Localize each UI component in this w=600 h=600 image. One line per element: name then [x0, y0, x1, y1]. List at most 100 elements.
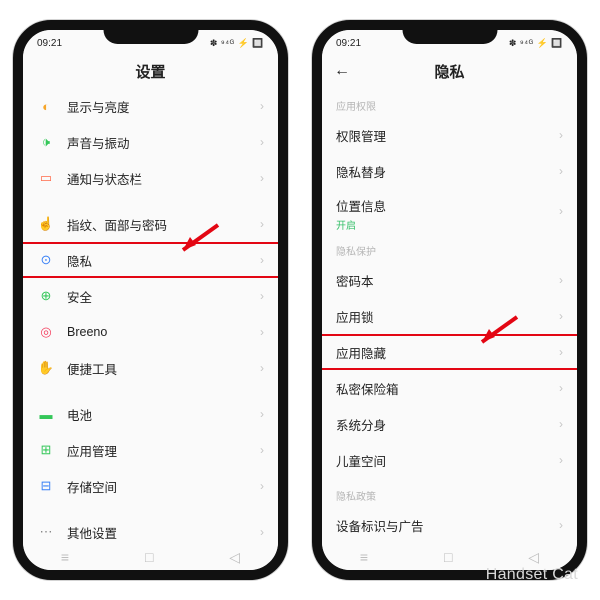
- row-label: 通知与状态栏: [67, 169, 260, 188]
- chevron-right-icon: ›: [559, 164, 563, 178]
- chevron-right-icon: ›: [559, 453, 563, 467]
- row-label: 设备标识与广告: [336, 516, 559, 535]
- settings-row[interactable]: ▬ 电池›: [23, 396, 278, 432]
- row-label: 隐私: [67, 251, 260, 270]
- settings-row[interactable]: ⊕ 安全›: [23, 278, 278, 314]
- chevron-right-icon: ›: [559, 273, 563, 287]
- settings-row[interactable]: ✋ 便捷工具›: [23, 350, 278, 386]
- privacy-row[interactable]: 系统分身›: [322, 406, 577, 442]
- chevron-right-icon: ›: [559, 204, 563, 218]
- header: ← 隐私: [322, 54, 577, 88]
- nav-home-icon[interactable]: □: [444, 549, 452, 565]
- row-subtitle: 开启: [336, 217, 356, 232]
- row-icon: ◎: [37, 323, 55, 341]
- nav-back-icon[interactable]: ◁: [229, 549, 240, 566]
- row-label: 应用管理: [67, 441, 260, 460]
- chevron-right-icon: ›: [559, 345, 563, 359]
- notch: [402, 30, 497, 44]
- privacy-row[interactable]: 位置信息› 开启: [322, 189, 577, 233]
- chevron-right-icon: ›: [260, 99, 264, 113]
- row-label: 指纹、面部与密码: [67, 215, 260, 234]
- chevron-right-icon: ›: [559, 309, 563, 323]
- section-title: 隐私保护: [322, 233, 577, 262]
- chevron-right-icon: ›: [260, 135, 264, 149]
- chevron-right-icon: ›: [559, 128, 563, 142]
- page-title: 隐私: [434, 61, 464, 82]
- chevron-right-icon: ›: [260, 253, 264, 267]
- privacy-row[interactable]: 隐私替身›: [322, 153, 577, 189]
- privacy-row[interactable]: 密码本›: [322, 262, 577, 298]
- row-label: Breeno: [67, 325, 260, 339]
- chevron-right-icon: ›: [260, 525, 264, 539]
- chevron-right-icon: ›: [559, 381, 563, 395]
- header: 设置: [23, 54, 278, 88]
- row-icon: ▬: [37, 405, 55, 423]
- row-icon: ✋: [37, 359, 55, 377]
- settings-row[interactable]: ⊞ 应用管理›: [23, 432, 278, 468]
- chevron-right-icon: ›: [260, 443, 264, 457]
- settings-row[interactable]: 🕩 声音与振动›: [23, 124, 278, 160]
- row-icon: ⊙: [37, 251, 55, 269]
- privacy-list[interactable]: 应用权限权限管理›隐私替身›位置信息›开启隐私保护密码本›应用锁›应用隐藏›私密…: [322, 88, 577, 570]
- row-label: 声音与振动: [67, 133, 260, 152]
- settings-row[interactable]: ⊙ 隐私›: [23, 242, 278, 278]
- nav-recent-icon[interactable]: ≡: [61, 549, 69, 565]
- chevron-right-icon: ›: [260, 217, 264, 231]
- row-label: 隐私替身: [336, 162, 559, 181]
- settings-row[interactable]: ◎ Breeno›: [23, 314, 278, 350]
- chevron-right-icon: ›: [260, 361, 264, 375]
- row-icon: ⊞: [37, 441, 55, 459]
- row-label: 便捷工具: [67, 359, 260, 378]
- chevron-right-icon: ›: [559, 518, 563, 532]
- row-label: 电池: [67, 405, 260, 424]
- row-label: 安全: [67, 287, 260, 306]
- row-label: 密码本: [336, 271, 559, 290]
- status-icons: ✽ ⁹⁴ᴳ ⚡ 🔲: [210, 38, 264, 49]
- nav-back-icon[interactable]: ◁: [528, 549, 539, 566]
- chevron-right-icon: ›: [559, 417, 563, 431]
- privacy-row[interactable]: 权限管理›: [322, 117, 577, 153]
- row-label: 私密保险箱: [336, 379, 559, 398]
- page-title: 设置: [135, 61, 165, 82]
- row-label: 系统分身: [336, 415, 559, 434]
- status-icons: ✽ ⁹⁴ᴳ ⚡ 🔲: [509, 38, 563, 49]
- privacy-row[interactable]: 私密保险箱›: [322, 370, 577, 406]
- status-time: 09:21: [336, 38, 361, 49]
- nav-recent-icon[interactable]: ≡: [360, 549, 368, 565]
- settings-row[interactable]: ☝ 指纹、面部与密码›: [23, 206, 278, 242]
- watermark: Handset Cat: [486, 566, 578, 584]
- row-icon: ☝: [37, 215, 55, 233]
- row-label: 权限管理: [336, 126, 559, 145]
- privacy-row[interactable]: 儿童空间›: [322, 442, 577, 478]
- row-label: 位置信息: [336, 196, 559, 215]
- section-title: 隐私政策: [322, 478, 577, 507]
- row-label: 其他设置: [67, 523, 260, 542]
- privacy-row[interactable]: 应用锁›: [322, 298, 577, 334]
- chevron-right-icon: ›: [260, 325, 264, 339]
- row-icon: ⊕: [37, 287, 55, 305]
- privacy-row[interactable]: 设备标识与广告›: [322, 507, 577, 543]
- row-icon: ⊟: [37, 477, 55, 495]
- row-label: 存储空间: [67, 477, 260, 496]
- settings-row[interactable]: ◐显示与亮度›: [23, 88, 278, 124]
- status-time: 09:21: [37, 38, 62, 49]
- settings-row[interactable]: ⊟ 存储空间›: [23, 468, 278, 504]
- notch: [103, 30, 198, 44]
- phone-right: 09:21 ✽ ⁹⁴ᴳ ⚡ 🔲 ← 隐私 应用权限权限管理›隐私替身›位置信息›…: [312, 20, 587, 580]
- row-label: 应用隐藏: [336, 343, 559, 362]
- android-navbar: ≡ □ ◁: [23, 544, 278, 570]
- settings-row[interactable]: ▭通知与状态栏›: [23, 160, 278, 196]
- settings-list[interactable]: ◐显示与亮度›🕩声音与振动›▭通知与状态栏›☝指纹、面部与密码›⊙隐私›⊕安全›…: [23, 88, 278, 570]
- chevron-right-icon: ›: [260, 289, 264, 303]
- row-icon: ⋯: [37, 523, 55, 541]
- chevron-right-icon: ›: [260, 407, 264, 421]
- row-icon: ◐: [37, 97, 55, 115]
- phone-left: 09:21 ✽ ⁹⁴ᴳ ⚡ 🔲 设置 ◐显示与亮度›🕩声音与振动›▭通知与状态栏…: [13, 20, 288, 580]
- privacy-row[interactable]: 应用隐藏›: [322, 334, 577, 370]
- section-title: 应用权限: [322, 88, 577, 117]
- chevron-right-icon: ›: [260, 479, 264, 493]
- row-label: 应用锁: [336, 307, 559, 326]
- back-icon[interactable]: ←: [334, 62, 350, 80]
- row-icon: 🕩: [37, 133, 55, 151]
- nav-home-icon[interactable]: □: [145, 549, 153, 565]
